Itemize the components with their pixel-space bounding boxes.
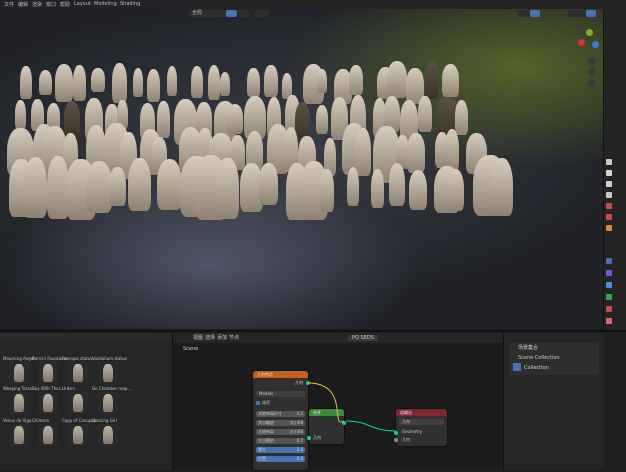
link-group-to-join bbox=[307, 382, 345, 423]
outliner-item-scene-collection[interactable]: Scene Collection bbox=[518, 355, 560, 361]
outliner: 场景集合 Scene Collection Collection bbox=[503, 333, 604, 470]
outliner-item-collection[interactable]: Collection bbox=[524, 365, 549, 371]
link-join-to-output bbox=[345, 420, 397, 432]
outliner-title: 场景集合 bbox=[518, 345, 539, 351]
collection-icon[interactable] bbox=[513, 363, 521, 371]
